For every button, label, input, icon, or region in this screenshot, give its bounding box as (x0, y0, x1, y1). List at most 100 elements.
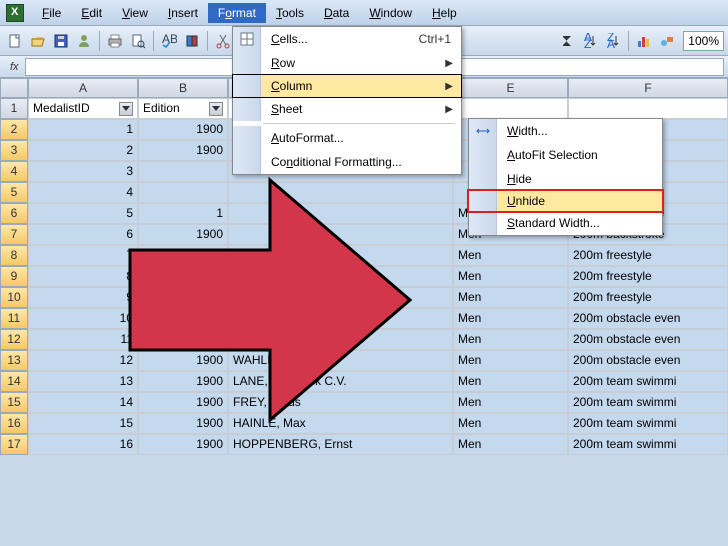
filter-dropdown-icon[interactable] (209, 102, 223, 116)
cell[interactable]: 7 (28, 245, 138, 266)
cell[interactable]: 8 (28, 266, 138, 287)
cell[interactable]: 200m freestyle (568, 287, 728, 308)
print-button[interactable] (104, 30, 126, 52)
new-button[interactable] (4, 30, 26, 52)
format-conditional-item[interactable]: Conditional Formatting... (233, 150, 461, 174)
menu-view[interactable]: View (112, 3, 158, 23)
cell[interactable]: 1900 (138, 350, 228, 371)
format-column-item[interactable]: Column ▶ (232, 74, 462, 98)
cell[interactable]: 200m obstacle even (568, 350, 728, 371)
cell[interactable] (138, 245, 228, 266)
row-header[interactable]: 8 (0, 245, 28, 266)
cell[interactable] (138, 161, 228, 182)
cell[interactable] (138, 182, 228, 203)
format-row-item[interactable]: Row ▶ (233, 51, 461, 75)
drawing-button[interactable] (656, 30, 678, 52)
row-header[interactable]: 6 (0, 203, 28, 224)
row-header[interactable]: 3 (0, 140, 28, 161)
cell[interactable]: Men (453, 266, 568, 287)
cell[interactable]: 4 (28, 182, 138, 203)
zoom-level[interactable]: 100% (683, 31, 724, 51)
cell[interactable]: Men (453, 329, 568, 350)
column-width-item[interactable]: Width... (469, 119, 662, 143)
cut-button[interactable] (212, 30, 234, 52)
cell[interactable]: 1900 (138, 392, 228, 413)
cell[interactable] (453, 98, 568, 119)
cell[interactable]: Men (453, 350, 568, 371)
row-header[interactable]: 14 (0, 371, 28, 392)
cell[interactable]: 1900 (138, 434, 228, 455)
cell[interactable]: 200m freestyle (568, 245, 728, 266)
cell[interactable]: FREY, Julius (228, 392, 453, 413)
row-header[interactable]: 9 (0, 266, 28, 287)
cell[interactable]: Men (453, 287, 568, 308)
cell[interactable]: 9 (28, 287, 138, 308)
menu-data[interactable]: Data (314, 3, 359, 23)
sort-desc-button[interactable]: ZA (602, 30, 624, 52)
cell[interactable]: Men (453, 392, 568, 413)
cell[interactable]: 1900 (138, 413, 228, 434)
column-header-e[interactable]: E (453, 78, 568, 98)
cell[interactable]: 200m team swimmi (568, 392, 728, 413)
cell[interactable]: 2 (28, 140, 138, 161)
cell[interactable]: 200m obstacle even (568, 308, 728, 329)
column-unhide-item[interactable]: Unhide (467, 189, 664, 213)
cell[interactable]: Men (453, 371, 568, 392)
menu-insert[interactable]: Insert (158, 3, 208, 23)
spelling-button[interactable]: ABC (158, 30, 180, 52)
row-header[interactable]: 17 (0, 434, 28, 455)
menu-help[interactable]: Help (422, 3, 467, 23)
row-header[interactable]: 2 (0, 119, 28, 140)
autosum-button[interactable] (556, 30, 578, 52)
cell[interactable]: 200m freestyle (568, 266, 728, 287)
cell[interactable]: 15 (28, 413, 138, 434)
cell[interactable]: 1900 (138, 224, 228, 245)
cell[interactable]: KEMP, Peter (228, 329, 453, 350)
row-header[interactable]: 12 (0, 329, 28, 350)
cell[interactable]: 6 (28, 224, 138, 245)
cell[interactable] (228, 224, 453, 245)
open-button[interactable] (27, 30, 49, 52)
cell[interactable] (228, 245, 453, 266)
row-header[interactable]: 1 (0, 98, 28, 119)
cell-header-a[interactable]: MedalistID (28, 98, 138, 119)
sort-asc-button[interactable]: AZ (579, 30, 601, 52)
cell[interactable]: 13 (28, 371, 138, 392)
column-header-f[interactable]: F (568, 78, 728, 98)
cell[interactable]: 200m obstacle even (568, 329, 728, 350)
cell[interactable]: 14 (28, 392, 138, 413)
cell[interactable]: Men (453, 308, 568, 329)
cell[interactable]: 1900 (138, 308, 228, 329)
menu-tools[interactable]: Tools (266, 3, 314, 23)
cell[interactable]: 10 (28, 308, 138, 329)
cell[interactable]: 1900 (138, 140, 228, 161)
row-header[interactable]: 13 (0, 350, 28, 371)
format-sheet-item[interactable]: Sheet ▶ (233, 97, 461, 121)
menu-edit[interactable]: Edit (71, 3, 112, 23)
cell[interactable]: Men (453, 245, 568, 266)
cell[interactable] (228, 287, 453, 308)
cell[interactable]: HAINLE, Max (228, 413, 453, 434)
row-header[interactable]: 4 (0, 161, 28, 182)
cell[interactable] (228, 203, 453, 224)
column-standard-width-item[interactable]: Standard Width... (469, 211, 662, 235)
menu-window[interactable]: Window (359, 3, 422, 23)
cell[interactable]: LANE, Frederick C.V. (228, 371, 453, 392)
cell[interactable]: 3 (28, 161, 138, 182)
column-hide-item[interactable]: Hide (469, 167, 662, 191)
cell[interactable]: 5 (28, 203, 138, 224)
save-button[interactable] (50, 30, 72, 52)
row-header[interactable]: 7 (0, 224, 28, 245)
research-button[interactable] (181, 30, 203, 52)
print-preview-button[interactable] (127, 30, 149, 52)
cell[interactable] (568, 98, 728, 119)
cell[interactable]: 12 (28, 350, 138, 371)
cell[interactable] (228, 182, 453, 203)
cell[interactable]: 1 (138, 203, 228, 224)
cell[interactable]: 200m team swimmi (568, 371, 728, 392)
column-header-b[interactable]: B (138, 78, 228, 98)
cell[interactable]: Men (453, 434, 568, 455)
row-header[interactable]: 11 (0, 308, 28, 329)
cell[interactable]: LANE, Frederick C.V. (228, 308, 453, 329)
row-header[interactable]: 15 (0, 392, 28, 413)
